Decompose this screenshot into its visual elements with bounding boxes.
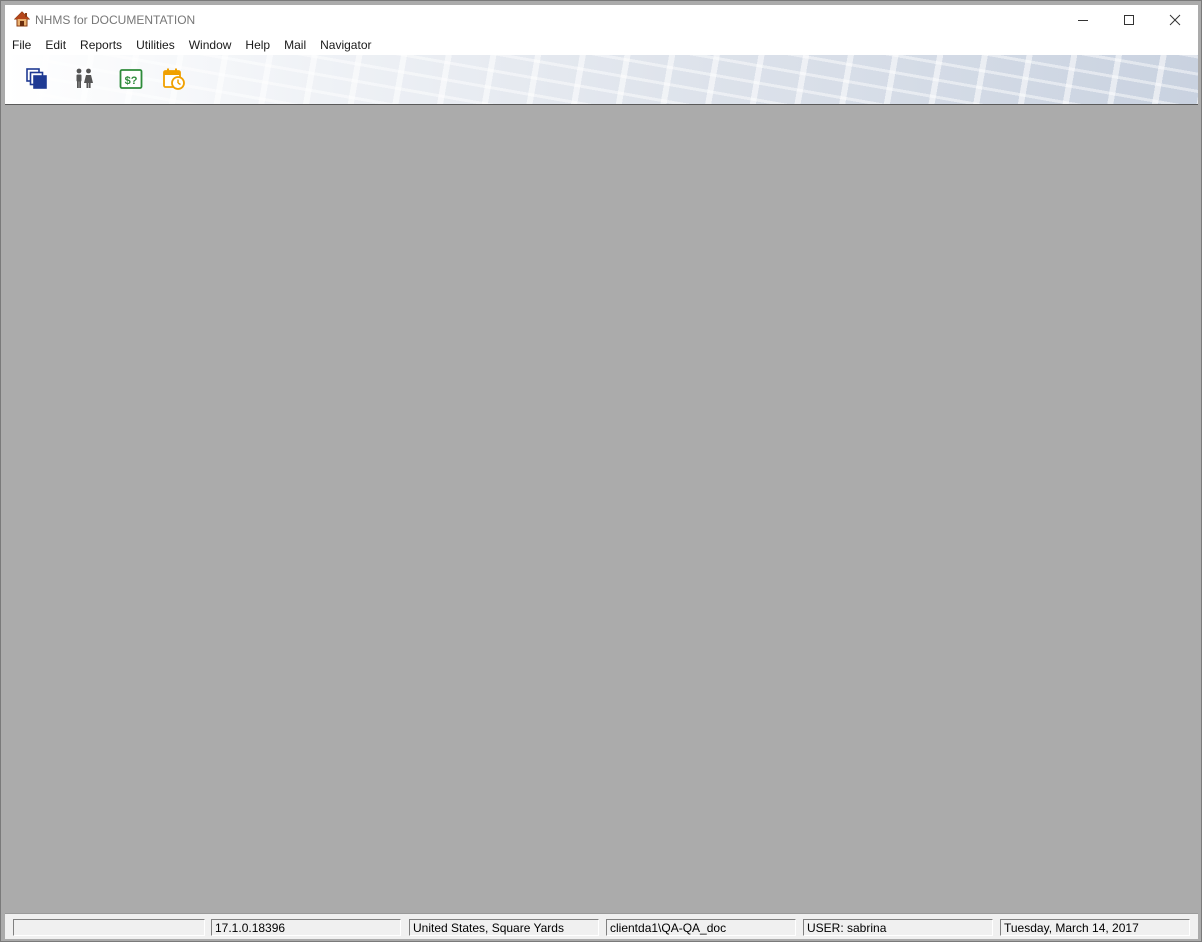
menu-mail[interactable]: Mail [277,38,313,52]
menu-navigator[interactable]: Navigator [313,38,378,52]
maximize-button[interactable] [1106,5,1152,35]
menu-edit[interactable]: Edit [38,38,73,52]
status-panel-message [13,919,205,936]
status-panel-date: Tuesday, March 14, 2017 [1000,919,1190,936]
close-icon [1169,14,1181,26]
minimize-button[interactable] [1060,5,1106,35]
app-window: NHMS for DOCUMENTATION File Edit Reports… [0,0,1202,942]
title-bar[interactable]: NHMS for DOCUMENTATION [5,5,1198,35]
menu-bar: File Edit Reports Utilities Window Help … [5,35,1198,55]
calendar-clock-icon [163,68,185,90]
cascade-windows-button[interactable] [22,64,52,94]
status-panel-user: USER: sabrina [803,919,993,936]
menu-file[interactable]: File [5,38,38,52]
status-bar: 17.1.0.18396 United States, Square Yards… [5,913,1198,939]
maximize-icon [1124,15,1134,25]
price-query-button[interactable]: $? [116,64,146,94]
minimize-icon [1078,20,1088,21]
cascade-windows-icon [26,68,47,89]
menu-help[interactable]: Help [238,38,277,52]
price-query-icon: $? [119,69,143,89]
status-panel-version: 17.1.0.18396 [211,919,401,936]
people-button[interactable] [69,64,99,94]
close-button[interactable] [1152,5,1198,35]
menu-window[interactable]: Window [182,38,239,52]
svg-text:$?: $? [125,75,138,87]
people-icon [76,68,93,88]
status-panel-database: clientda1\QA-QA_doc [606,919,796,936]
status-panel-locale-units: United States, Square Yards [409,919,599,936]
window-title: NHMS for DOCUMENTATION [35,13,196,27]
calendar-clock-button[interactable] [159,64,189,94]
house-icon [13,11,31,27]
menu-utilities[interactable]: Utilities [129,38,182,52]
menu-reports[interactable]: Reports [73,38,129,52]
toolbar: $? [5,55,1198,105]
mdi-workspace[interactable] [5,105,1198,913]
